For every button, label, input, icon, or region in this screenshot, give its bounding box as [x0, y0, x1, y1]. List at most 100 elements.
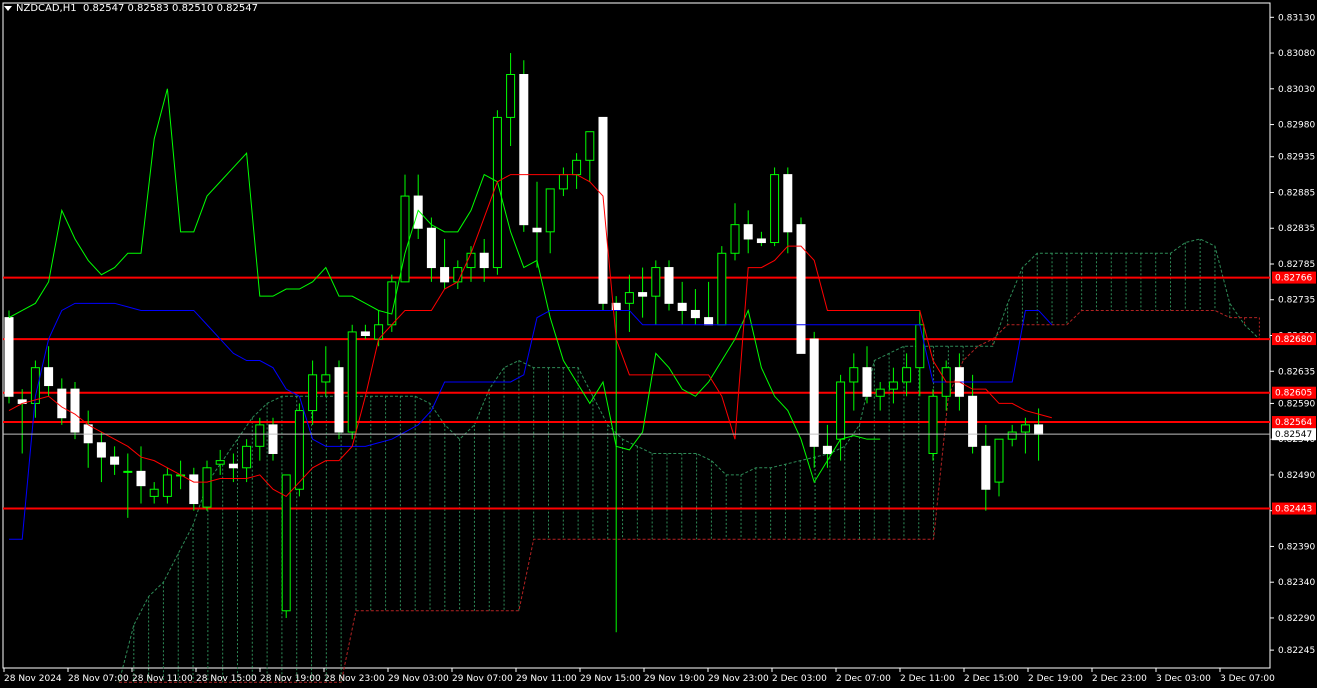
candle [809, 331, 819, 468]
candle-body [836, 381, 846, 440]
candle [915, 310, 925, 397]
candle [519, 60, 529, 232]
dropdown-triangle-icon[interactable] [4, 5, 12, 11]
candle-body [849, 367, 859, 383]
candle [1020, 417, 1030, 454]
candle [994, 438, 1004, 497]
y-tick-label: 0.82885 [1278, 188, 1315, 198]
candle [532, 181, 542, 268]
candle [770, 167, 780, 247]
x-tick-label: 28 Nov 23:00 [324, 674, 385, 684]
y-tick-label: 0.82245 [1278, 646, 1315, 656]
y-tick-label: 0.82590 [1278, 399, 1315, 409]
candle [426, 217, 436, 282]
candle-body [888, 381, 898, 390]
candle [545, 188, 555, 254]
candle-body [347, 331, 357, 433]
candle [875, 381, 885, 411]
x-tick-label: 29 Nov 19:00 [644, 674, 705, 684]
level-label: 0.82564 [1275, 418, 1312, 428]
candle-body [690, 309, 700, 319]
candle [44, 346, 54, 397]
candle [96, 432, 106, 483]
candle-body [994, 438, 1004, 483]
candle [717, 246, 727, 326]
candle-body [162, 474, 172, 497]
candle [228, 453, 238, 483]
candle-body [96, 442, 106, 458]
candle [585, 131, 595, 182]
candle-body [902, 367, 912, 383]
candle [664, 260, 674, 311]
candle [110, 446, 120, 475]
price-chart[interactable]: 0.83130 0.83080 0.83030 0.82980 0.82935 0.828… [0, 0, 1317, 688]
candle-body [968, 395, 978, 447]
candle-body [624, 292, 634, 304]
candle-body [149, 488, 159, 497]
x-tick-label: 28 Nov 11:00 [132, 674, 193, 684]
candle [479, 238, 489, 282]
candle-body [862, 367, 872, 397]
candle-body [189, 474, 199, 505]
y-tick-label: 0.82390 [1278, 542, 1315, 552]
candle-body [704, 317, 714, 326]
x-tick-label: 28 Nov 15:00 [196, 674, 257, 684]
level-label: 0.82680 [1275, 335, 1312, 345]
y-tick-label: 0.82980 [1278, 121, 1315, 131]
x-tick-label: 28 Nov 07:00 [68, 674, 129, 684]
ichimoku-cloud [133, 238, 1260, 683]
candle-body [294, 410, 304, 490]
y-tick-label: 0.83030 [1278, 85, 1315, 95]
candle [506, 53, 516, 147]
candle [162, 467, 172, 504]
x-tick-label: 28 Nov 2024 [4, 674, 62, 684]
candle [756, 231, 766, 247]
candle [968, 374, 978, 454]
candle-body [440, 267, 450, 283]
candle [334, 360, 344, 440]
candle-body [730, 224, 740, 254]
level-label: 0.82766 [1275, 274, 1312, 284]
plot-frame [2, 2, 1271, 669]
candle [941, 360, 951, 411]
level-label: 0.82443 [1275, 505, 1312, 515]
x-tick-label: 2 Dec 19:00 [1028, 674, 1083, 684]
candle-body [308, 374, 318, 412]
candle-body [545, 188, 555, 233]
candle-body [413, 195, 423, 229]
candle [360, 324, 370, 340]
candle [4, 310, 14, 404]
candle-body [822, 445, 832, 454]
y-tick-label: 0.82635 [1278, 367, 1315, 377]
candle [743, 210, 753, 254]
candle [308, 360, 318, 425]
candle-body [717, 252, 727, 326]
candle [1007, 424, 1017, 447]
candle [255, 417, 265, 461]
candle-body [1007, 431, 1017, 440]
candle [440, 238, 450, 290]
candle-body [4, 317, 14, 397]
candle-body [1034, 424, 1044, 435]
candle-body [651, 267, 661, 297]
candle [189, 467, 199, 511]
candle [836, 374, 846, 461]
chart-window[interactable]: 0.83130 0.83080 0.83030 0.82980 0.82935 0.828… [0, 0, 1317, 688]
candle-body [70, 388, 80, 433]
y-tick-label: 0.83130 [1278, 13, 1315, 23]
y-tick-label: 0.83080 [1278, 49, 1315, 59]
candle [638, 267, 648, 318]
candle-body [928, 395, 938, 454]
current-price-label: 0.82547 [1275, 430, 1312, 440]
symbol-header[interactable]: NZDCAD,H1 0.82547 0.82583 0.82510 0.8254… [4, 3, 258, 14]
x-tick-label: 29 Nov 07:00 [452, 674, 513, 684]
x-tick-label: 3 Dec 03:00 [1156, 674, 1211, 684]
candle [981, 424, 991, 511]
candle [268, 417, 278, 461]
candle-body [400, 195, 410, 283]
candle-body [756, 238, 766, 244]
candle [730, 203, 740, 261]
senkou-span-a-line [118, 238, 1260, 683]
candle-body [44, 367, 54, 387]
x-tick-label: 2 Dec 07:00 [836, 674, 891, 684]
